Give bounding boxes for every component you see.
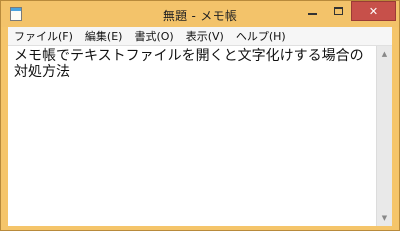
menu-file[interactable]: ファイル(F) xyxy=(8,28,79,44)
minimize-button[interactable] xyxy=(299,1,325,21)
editor-text[interactable]: メモ帳でテキストファイルを開くと文字化けする場合の対処方法 xyxy=(14,48,370,80)
vertical-scrollbar[interactable]: ▲ ▼ xyxy=(376,46,392,226)
window-controls: ✕ xyxy=(299,1,396,21)
close-icon: ✕ xyxy=(368,4,379,18)
maximize-icon xyxy=(333,7,343,15)
menu-format[interactable]: 書式(O) xyxy=(128,28,179,44)
notepad-window: 無題 - メモ帳 ✕ ファイル(F) 編集(E) 書式(O) 表示(V) ヘルプ… xyxy=(0,0,400,231)
title-bar[interactable]: 無題 - メモ帳 ✕ xyxy=(1,1,399,27)
scroll-down-icon[interactable]: ▼ xyxy=(377,210,392,226)
close-button[interactable]: ✕ xyxy=(351,1,396,21)
menu-view[interactable]: 表示(V) xyxy=(180,28,230,44)
scroll-up-icon[interactable]: ▲ xyxy=(377,46,392,62)
menu-edit[interactable]: 編集(E) xyxy=(79,28,129,44)
minimize-icon xyxy=(307,13,317,15)
editor-area[interactable]: メモ帳でテキストファイルを開くと文字化けする場合の対処方法 ▲ ▼ xyxy=(8,45,392,226)
menu-bar: ファイル(F) 編集(E) 書式(O) 表示(V) ヘルプ(H) xyxy=(8,27,392,45)
menu-help[interactable]: ヘルプ(H) xyxy=(230,28,292,44)
maximize-button[interactable] xyxy=(325,1,351,21)
